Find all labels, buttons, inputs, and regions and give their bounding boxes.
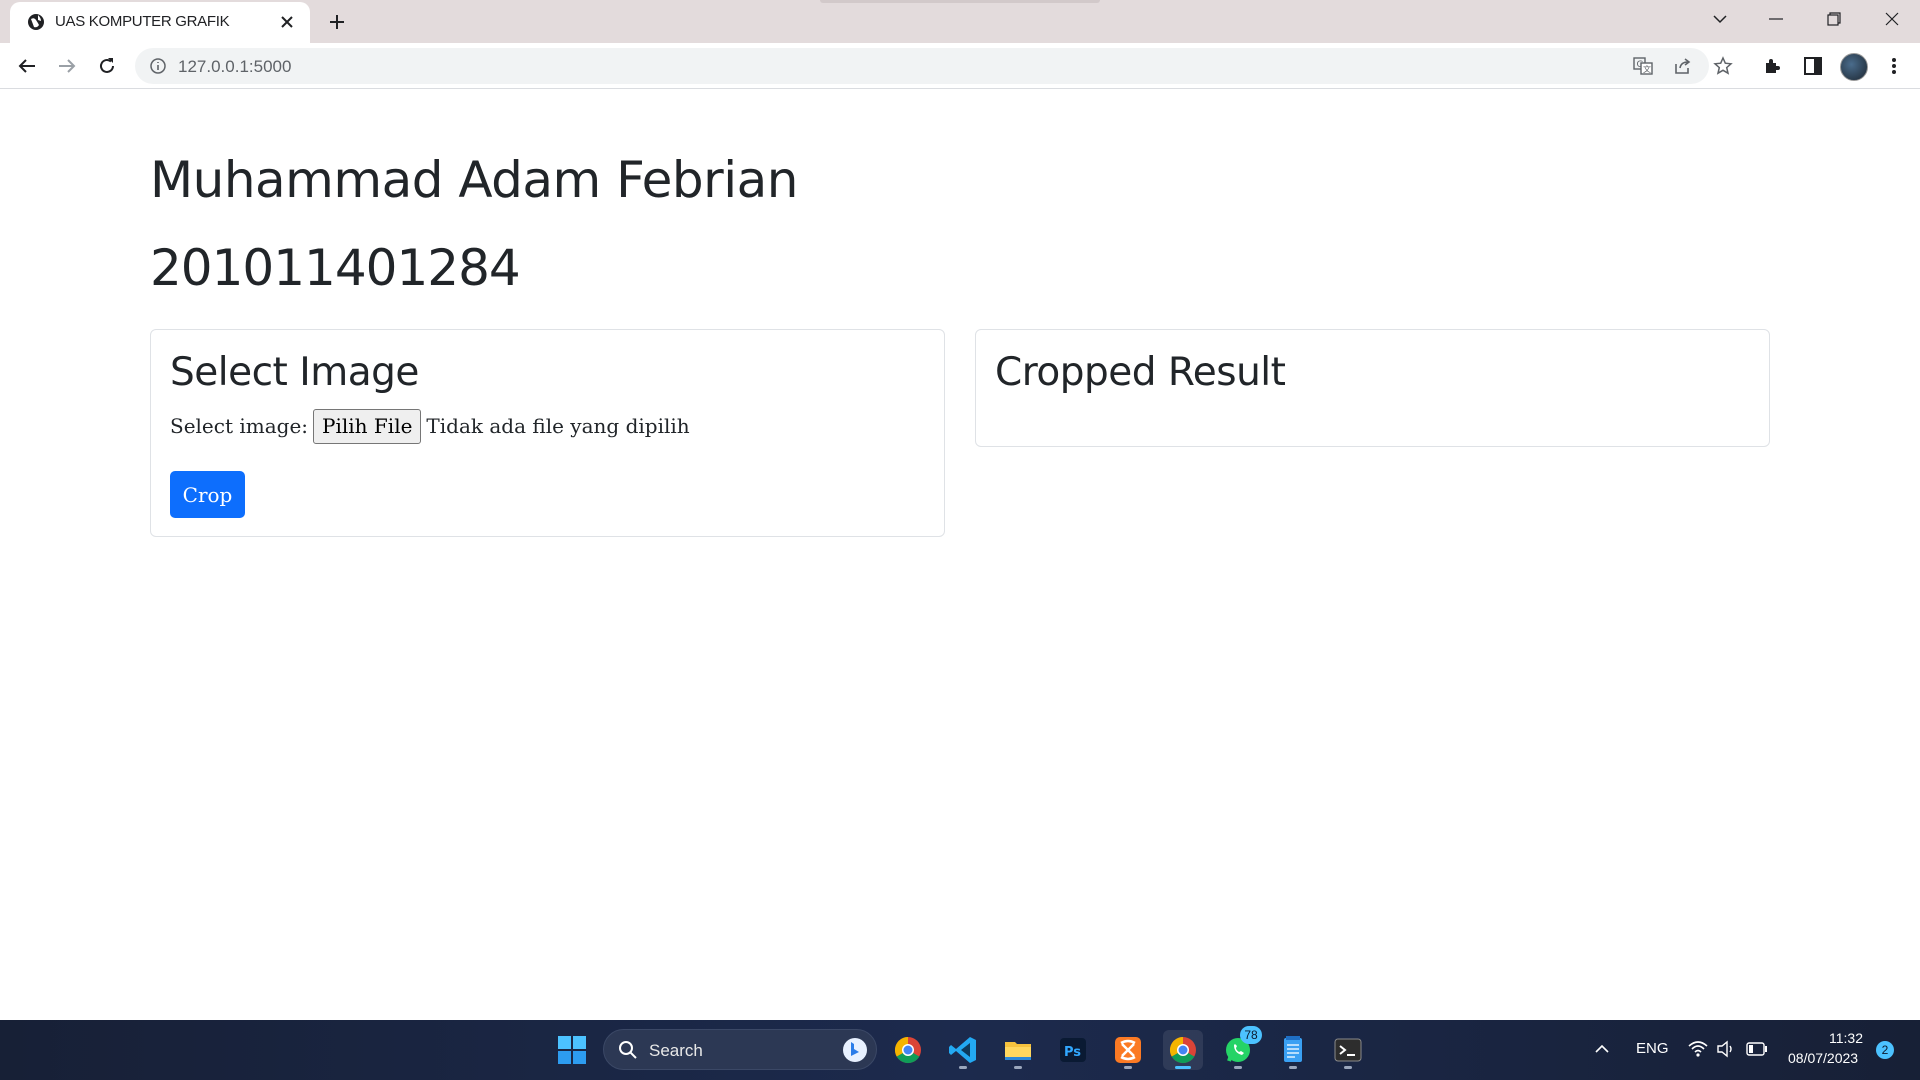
windows-taskbar: Search Ps 78 ENG 11:32 08/07/2023 2 <box>0 1020 1920 1080</box>
photoshop-icon[interactable]: Ps <box>1053 1030 1093 1070</box>
clock-date[interactable]: 08/07/2023 <box>1788 1050 1858 1066</box>
close-window-icon[interactable] <box>1864 0 1920 38</box>
running-indicator <box>959 1066 967 1069</box>
share-icon[interactable] <box>1672 55 1694 77</box>
student-id: 201011401284 <box>150 239 521 297</box>
translate-icon[interactable]: G文 <box>1632 55 1654 77</box>
svg-text:文: 文 <box>1643 64 1651 74</box>
choose-file-button[interactable]: Pilih File <box>313 408 422 444</box>
chrome-active-icon[interactable] <box>1163 1030 1203 1070</box>
forward-icon[interactable] <box>51 50 83 82</box>
running-indicator <box>1175 1066 1191 1069</box>
url-text: 127.0.0.1:5000 <box>178 57 292 76</box>
clock-time[interactable]: 11:32 <box>1829 1030 1863 1046</box>
bing-icon[interactable] <box>842 1037 868 1068</box>
language-indicator[interactable]: ENG <box>1636 1040 1669 1057</box>
select-image-title: Select Image <box>170 350 419 395</box>
terminal-icon[interactable] <box>1328 1030 1368 1070</box>
globe-icon <box>26 12 46 32</box>
browser-tab[interactable]: UAS KOMPUTER GRAFIK <box>10 2 310 43</box>
running-indicator <box>1344 1066 1352 1069</box>
cropped-result-title: Cropped Result <box>995 350 1286 395</box>
address-bar[interactable]: 127.0.0.1:5000 G文 <box>135 48 1733 84</box>
site-info-icon[interactable] <box>149 57 167 75</box>
vscode-icon[interactable] <box>943 1030 983 1070</box>
taskbar-search[interactable]: Search <box>603 1029 877 1070</box>
running-indicator <box>1014 1066 1022 1069</box>
restore-icon[interactable] <box>1806 0 1862 38</box>
search-label: Search <box>649 1041 703 1060</box>
file-explorer-icon[interactable] <box>998 1030 1038 1070</box>
minimize-icon[interactable] <box>1748 0 1804 38</box>
extensions-icon[interactable] <box>1759 53 1785 79</box>
close-tab-icon[interactable] <box>274 9 300 35</box>
whatsapp-icon[interactable]: 78 <box>1218 1026 1262 1070</box>
battery-icon[interactable] <box>1746 1042 1768 1061</box>
file-input-label: Select image: <box>170 414 309 438</box>
reload-icon[interactable] <box>91 50 123 82</box>
side-panel-icon[interactable] <box>1800 53 1826 79</box>
file-status-text: Tidak ada file yang dipilih <box>426 414 690 438</box>
wifi-icon[interactable] <box>1688 1040 1708 1063</box>
running-indicator <box>1289 1066 1297 1069</box>
chrome-icon[interactable] <box>888 1030 928 1070</box>
menu-kebab-icon[interactable] <box>1881 53 1907 79</box>
tab-search-icon[interactable] <box>1692 0 1748 38</box>
running-indicator <box>1234 1066 1242 1069</box>
cropped-result-card: Cropped Result <box>975 329 1770 447</box>
select-image-card: Select Image Select image: Pilih File Ti… <box>150 329 945 537</box>
tab-strip-notch <box>820 0 1100 3</box>
back-icon[interactable] <box>11 50 43 82</box>
running-indicator <box>1124 1066 1132 1069</box>
whatsapp-unread-badge: 78 <box>1240 1026 1262 1044</box>
tab-title: UAS KOMPUTER GRAFIK <box>55 13 230 30</box>
start-windows-icon[interactable] <box>552 1030 592 1070</box>
crop-button[interactable]: Crop <box>170 471 245 518</box>
profile-avatar[interactable] <box>1840 53 1868 81</box>
search-icon <box>618 1040 638 1065</box>
file-input-row: Select image: Pilih File Tidak ada file … <box>170 408 690 444</box>
student-name: Muhammad Adam Febrian <box>150 151 798 209</box>
notification-count-badge[interactable]: 2 <box>1876 1041 1894 1059</box>
volume-icon[interactable] <box>1716 1040 1736 1063</box>
bookmark-star-icon[interactable] <box>1712 55 1734 77</box>
new-tab-button[interactable] <box>322 7 352 37</box>
xampp-icon[interactable] <box>1108 1030 1148 1070</box>
tab-strip: UAS KOMPUTER GRAFIK <box>0 0 1920 43</box>
svg-text:Ps: Ps <box>1064 1045 1081 1060</box>
browser-toolbar: 127.0.0.1:5000 G文 <box>0 43 1920 89</box>
show-hidden-icons-chevron-icon[interactable] <box>1594 1042 1610 1060</box>
notepad-icon[interactable] <box>1273 1030 1313 1070</box>
